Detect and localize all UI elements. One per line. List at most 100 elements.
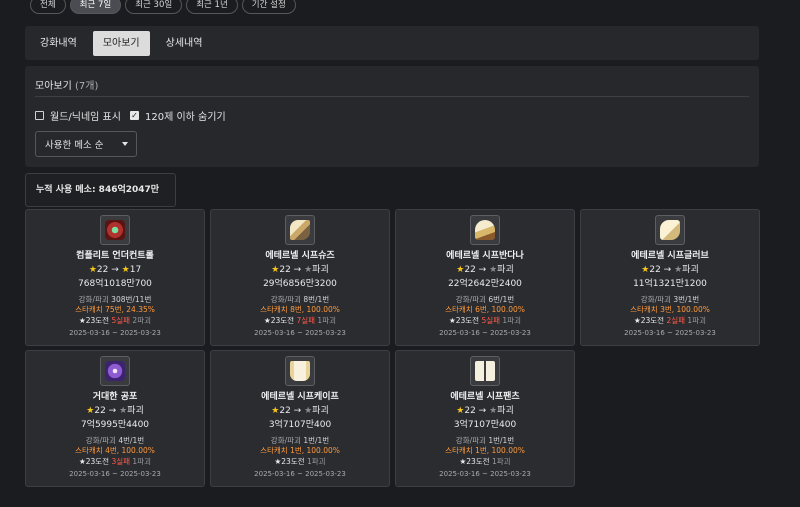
date-range: 2025-03-16 ~ 2025-03-23 <box>439 470 531 478</box>
item-card-7[interactable]: 에테르넬 시프팬츠 ★22 → ★파괴 3억7107만400 강화/파괴 1번/… <box>395 350 575 487</box>
star-from: 22 <box>464 406 476 416</box>
date-range: 2025-03-16 ~ 2025-03-23 <box>254 329 346 337</box>
arrow-right-icon: → <box>478 265 487 275</box>
star-to: 파괴 <box>127 406 144 416</box>
meso-spent: 768억1018만700 <box>78 279 152 289</box>
attempt-stat: ★23도전 3실패 1파괴 <box>26 456 204 467</box>
star-catch-stat: 스타캐치 1번, 100.00% <box>260 446 340 455</box>
star-change: ★22 → ★파괴 <box>211 406 389 417</box>
attempt-stat: ★23도전 5실패 2파괴 <box>26 315 204 326</box>
enhance-count: 강화/파괴 3번/1번 <box>581 295 759 305</box>
arrow-right-icon: → <box>293 406 302 416</box>
filter-1year[interactable]: 최근 1년 <box>186 0 238 14</box>
attempt-stat: ★23도전 5실패 1파괴 <box>396 315 574 326</box>
star-to: 파괴 <box>312 406 329 416</box>
arrow-right-icon: → <box>111 265 119 275</box>
tab-history[interactable]: 강화내역 <box>30 31 87 56</box>
star-from: 22 <box>464 265 476 275</box>
sort-select-value: 사용한 메소 순 <box>45 140 104 151</box>
tab-summary[interactable]: 모아보기 <box>92 30 150 56</box>
destroy-count: 1파괴 <box>687 316 706 325</box>
attempt-stat: ★23도전 2실패 1파괴 <box>581 315 759 326</box>
fail-count: 7실패 <box>296 316 316 325</box>
pendant-icon <box>105 361 125 381</box>
summary-options-panel: 모아보기 (7개) 월드/닉네임 표시 ✓ 120제 이하 숨기기 사용한 메소… <box>25 66 759 167</box>
enhance-count-label: 강화/파괴 <box>85 436 116 445</box>
star-icon: ★ <box>489 406 498 416</box>
item-card-6[interactable]: 에테르넬 시프케이프 ★22 → ★파괴 3억7107만400 강화/파괴 1번… <box>210 350 390 487</box>
filter-7days[interactable]: 최근 7일 <box>69 0 122 14</box>
item-icon-frame <box>100 215 130 245</box>
filter-all[interactable]: 전체 <box>30 0 66 14</box>
item-name: 에테르넬 시프반다나 <box>446 251 524 261</box>
skull-gem-icon <box>105 220 125 240</box>
star-icon: ★ <box>674 265 683 275</box>
destroy-count: 1파괴 <box>502 316 521 325</box>
date-range: 2025-03-16 ~ 2025-03-23 <box>69 329 161 337</box>
fail-count: 2실패 <box>666 316 686 325</box>
hide-low-level-option[interactable]: ✓ 120제 이하 숨기기 <box>130 108 226 123</box>
star-change: ★22 → ★17 <box>26 265 204 276</box>
item-card-4[interactable]: 에테르넬 시프글러브 ★22 → ★파괴 11억1321만1200 강화/파괴 … <box>580 209 760 346</box>
enhance-count-label: 강화/파괴 <box>455 295 486 304</box>
star-catch-stat: 스타캐치 4번, 100.00% <box>75 446 155 455</box>
enhance-count-value: 6번/1번 <box>488 295 515 304</box>
star-icon: ★ <box>121 265 130 275</box>
world-nickname-checkbox[interactable] <box>35 111 44 120</box>
show-world-nickname-option[interactable]: 월드/닉네임 표시 <box>35 108 121 123</box>
destroy-count: 1파괴 <box>317 316 336 325</box>
item-name: 거대한 공포 <box>92 392 138 402</box>
enhance-count: 강화/파괴 8번/1번 <box>211 295 389 305</box>
date-range: 2025-03-16 ~ 2025-03-23 <box>439 329 531 337</box>
item-icon-frame <box>100 356 130 386</box>
enhance-count-label: 강화/파괴 <box>270 295 301 304</box>
star-to: 파괴 <box>682 265 699 275</box>
destroy-count: 1파괴 <box>306 457 326 466</box>
attempt-stat: ★23도전 1파괴 <box>396 456 574 467</box>
star-from: 22 <box>649 265 661 275</box>
world-nickname-label: 월드/닉네임 표시 <box>50 112 121 123</box>
attempt-stat: ★23도전 1파괴 <box>211 456 389 467</box>
date-range: 2025-03-16 ~ 2025-03-23 <box>254 470 346 478</box>
star-change: ★22 → ★파괴 <box>396 265 574 276</box>
item-card-3[interactable]: 에테르넬 시프반다나 ★22 → ★파괴 22억2642만2400 강화/파괴 … <box>395 209 575 346</box>
arrow-right-icon: → <box>663 265 672 275</box>
enhance-count-value: 4번/1번 <box>118 436 145 445</box>
chevron-down-icon <box>122 142 128 146</box>
enhance-count-value: 1번/1번 <box>488 436 515 445</box>
attempt-label: ★23도전 <box>633 316 665 325</box>
hide-low-level-label: 120제 이하 숨기기 <box>145 112 226 123</box>
item-name: 에테르넬 시프팬츠 <box>450 392 520 402</box>
date-range: 2025-03-16 ~ 2025-03-23 <box>624 329 716 337</box>
tab-details[interactable]: 상세내역 <box>156 31 213 56</box>
item-card-1[interactable]: 컴플리트 언더컨트롤 ★22 → ★17 768억1018만700 강화/파괴 … <box>25 209 205 346</box>
arrow-right-icon: → <box>478 406 487 416</box>
hide-low-level-checkbox[interactable]: ✓ <box>130 111 139 120</box>
enhance-count-label: 강화/파괴 <box>78 295 109 304</box>
cape-icon <box>290 361 310 381</box>
date-range: 2025-03-16 ~ 2025-03-23 <box>69 470 161 478</box>
sort-select[interactable]: 사용한 메소 순 <box>35 131 137 157</box>
item-count: (7개) <box>75 81 99 92</box>
filter-30days[interactable]: 최근 30일 <box>125 0 183 14</box>
item-icon-frame <box>470 356 500 386</box>
enhance-count-value: 3번/1번 <box>673 295 700 304</box>
tab-bar: 강화내역 모아보기 상세내역 <box>25 26 759 60</box>
star-icon: ★ <box>119 406 128 416</box>
item-card-5[interactable]: 거대한 공포 ★22 → ★파괴 7억5995만4400 강화/파괴 4번/1번… <box>25 350 205 487</box>
enhance-count: 강화/파괴 1번/1번 <box>396 436 574 446</box>
attempt-stat: ★23도전 7실패 1파괴 <box>211 315 389 326</box>
star-change: ★22 → ★파괴 <box>581 265 759 276</box>
enhance-count: 강화/파괴 4번/1번 <box>26 436 204 446</box>
item-card-2[interactable]: 에테르넬 시프슈즈 ★22 → ★파괴 29억6856만3200 강화/파괴 8… <box>210 209 390 346</box>
item-grid: 컴플리트 언더컨트롤 ★22 → ★17 768억1018만700 강화/파괴 … <box>25 209 761 487</box>
destroy-count: 1파괴 <box>132 457 151 466</box>
star-catch-stat: 스타캐치 6번, 100.00% <box>445 305 525 314</box>
total-meso-used: 누적 사용 메소: 846억2047만2700 <box>25 173 176 227</box>
panel-title: 모아보기 (7개) <box>35 81 99 92</box>
pants-icon <box>475 361 495 381</box>
filter-custom[interactable]: 기간 설정 <box>241 0 296 14</box>
star-change: ★22 → ★파괴 <box>26 406 204 417</box>
star-to: 파괴 <box>312 265 329 275</box>
fail-count: 5실패 <box>111 316 131 325</box>
